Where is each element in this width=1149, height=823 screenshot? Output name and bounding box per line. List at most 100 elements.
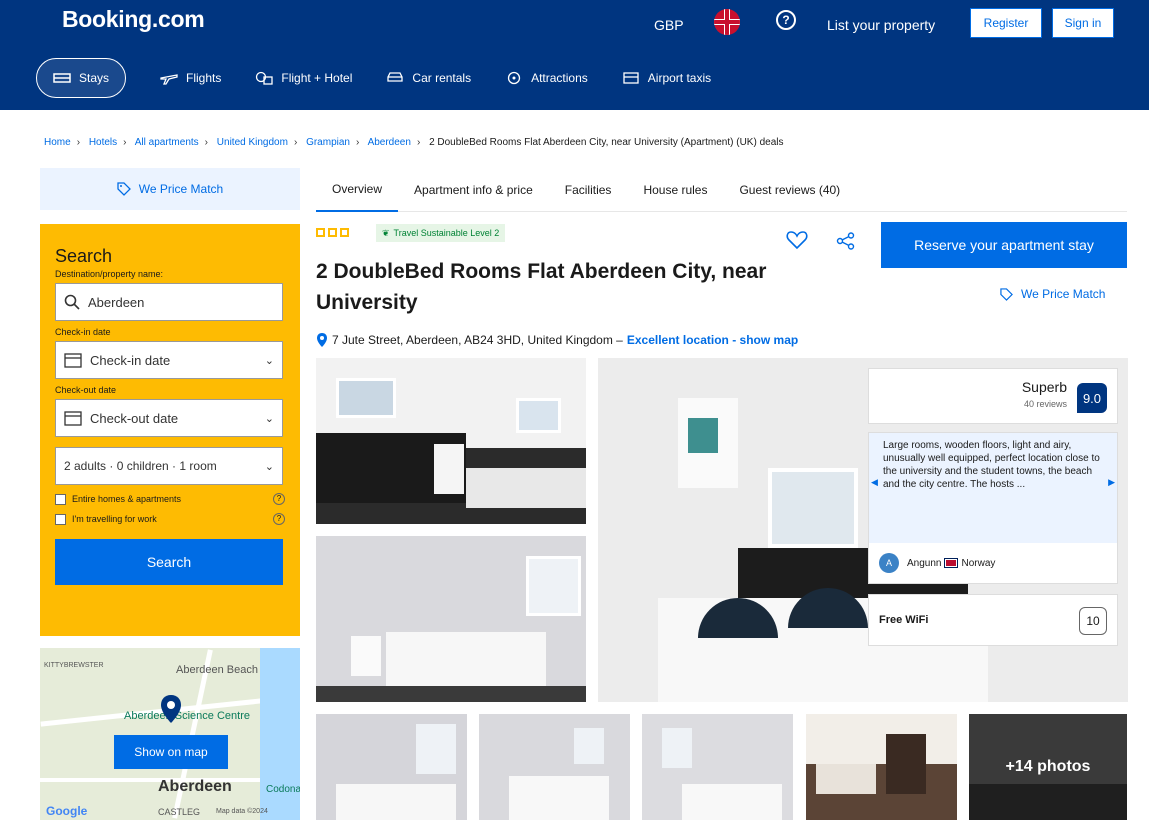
tab-apartment-info[interactable]: Apartment info & price	[398, 168, 549, 212]
thumb-photo-3[interactable]	[642, 714, 793, 820]
checkbox[interactable]	[55, 493, 66, 505]
tag-icon	[117, 182, 131, 196]
google-logo: Google	[46, 804, 88, 818]
property-tabs: Overview Apartment info & price Faciliti…	[316, 168, 1127, 212]
nav-flights[interactable]: Flights	[160, 58, 221, 98]
sustainable-badge[interactable]: ❦ Travel Sustainable Level 2	[376, 224, 506, 242]
nav-flight-hotel[interactable]: Flight + Hotel	[255, 58, 352, 98]
checkout-label: Check-out date	[55, 385, 117, 395]
chevron-right-icon[interactable]: ▶	[1108, 477, 1115, 488]
thumb-photo-more[interactable]: +14 photos	[969, 714, 1127, 820]
nav-attractions-label: Attractions	[531, 71, 588, 85]
review-score-card[interactable]: Superb 40 reviews 9.0	[868, 368, 1118, 424]
crumb-sep: ›	[123, 137, 127, 148]
nav-airport-taxis[interactable]: Airport taxis	[622, 58, 711, 98]
map-label: Aberdeen	[158, 778, 232, 795]
search-icon	[64, 294, 80, 310]
guests-selector[interactable]: 2 adults · 0 children · 1 room ⌄	[55, 447, 283, 485]
info-icon[interactable]: ?	[273, 493, 285, 505]
search-button[interactable]: Search	[55, 539, 283, 585]
booking-logo[interactable]: Booking.com	[62, 6, 205, 33]
chevron-left-icon[interactable]: ◀	[871, 477, 878, 488]
car-icon	[387, 72, 404, 82]
crumb-city[interactable]: Aberdeen	[368, 137, 411, 148]
thumb-photo-1[interactable]	[316, 714, 467, 820]
tab-overview[interactable]: Overview	[316, 168, 399, 212]
heart-icon[interactable]	[786, 230, 808, 250]
photo-kitchen-1[interactable]	[316, 358, 586, 524]
show-on-map-button[interactable]: Show on map	[114, 735, 228, 769]
crumb-hotels[interactable]: Hotels	[89, 137, 117, 148]
crumb-country[interactable]: United Kingdom	[217, 137, 288, 148]
share-icon[interactable]	[836, 232, 856, 250]
wifi-label: Free WiFi	[879, 614, 929, 626]
entire-homes-checkbox[interactable]: Entire homes & apartments ?	[55, 493, 285, 505]
crumb-current: 2 DoubleBed Rooms Flat Aberdeen City, ne…	[429, 137, 784, 148]
rating-square-icon	[340, 228, 349, 237]
chevron-down-icon: ⌄	[264, 412, 274, 425]
checkbox[interactable]	[55, 513, 66, 525]
nav-stays-label: Stays	[79, 71, 110, 85]
review-count: 40 reviews	[1023, 399, 1067, 409]
currency-selector[interactable]: GBP	[654, 17, 684, 33]
register-button[interactable]: Register	[970, 8, 1042, 38]
photo-bedroom-1[interactable]	[316, 536, 586, 702]
crumb-region[interactable]: Grampian	[306, 137, 350, 148]
main-nav: Stays Flights Flight + Hotel Car rentals…	[36, 56, 745, 100]
uk-flag-icon[interactable]	[714, 9, 740, 35]
checkin-field[interactable]: Check-in date ⌄	[55, 341, 283, 379]
avatar: A	[879, 553, 899, 573]
price-match-banner[interactable]: We Price Match	[40, 168, 300, 210]
review-quote-card[interactable]: Large rooms, wooden floors, light and ai…	[868, 432, 1118, 584]
nav-attractions[interactable]: Attractions	[505, 58, 588, 98]
nav-car-rentals[interactable]: Car rentals	[386, 58, 471, 98]
checkout-field[interactable]: Check-out date ⌄	[55, 399, 283, 437]
crumb-sep: ›	[76, 137, 81, 148]
tab-facilities[interactable]: Facilities	[549, 168, 628, 212]
leaf-icon: ❦	[382, 227, 390, 238]
calendar-icon	[64, 353, 82, 368]
price-match-link[interactable]: We Price Match	[1000, 287, 1105, 301]
rating-square-icon	[316, 228, 325, 237]
sign-in-button[interactable]: Sign in	[1052, 8, 1114, 38]
rating-word: Superb	[1021, 379, 1067, 395]
map-label: Aberdeen Beach	[176, 664, 258, 676]
more-photos-label[interactable]: +14 photos	[969, 714, 1127, 820]
map-pin-icon	[161, 695, 181, 723]
crumb-sep: ›	[355, 137, 360, 148]
calendar-icon	[64, 411, 82, 426]
score-badge: 9.0	[1077, 383, 1107, 413]
thumb-photo-2[interactable]	[479, 714, 630, 820]
show-map-link[interactable]: Excellent location - show map	[627, 333, 798, 347]
attractions-icon	[507, 71, 521, 85]
info-icon[interactable]: ?	[273, 513, 285, 525]
chevron-down-icon: ⌄	[264, 354, 274, 367]
crumb-sep: ›	[293, 137, 298, 148]
entire-homes-label: Entire homes & apartments	[72, 494, 182, 504]
bed-icon	[53, 73, 71, 83]
tag-icon	[1000, 287, 1013, 301]
crumb-apartments[interactable]: All apartments	[135, 137, 199, 148]
crumb-home[interactable]: Home	[44, 137, 71, 148]
map-label: CASTLEG	[158, 807, 201, 817]
reserve-button[interactable]: Reserve your apartment stay	[881, 222, 1127, 268]
map-label: KITTYBREWSTER	[44, 662, 104, 669]
work-travel-checkbox[interactable]: I'm travelling for work ?	[55, 513, 285, 525]
tab-house-rules[interactable]: House rules	[627, 168, 723, 212]
destination-input[interactable]: Aberdeen	[55, 283, 283, 321]
help-icon[interactable]: ?	[776, 10, 796, 30]
thumb-photo-4[interactable]	[806, 714, 957, 820]
price-match-label: We Price Match	[138, 182, 224, 196]
taxi-icon	[623, 72, 639, 84]
destination-value: Aberdeen	[88, 294, 145, 310]
tab-guest-reviews[interactable]: Guest reviews (40)	[723, 168, 856, 212]
wifi-score-card[interactable]: Free WiFi 10	[868, 594, 1118, 646]
list-property-link[interactable]: List your property	[827, 17, 935, 33]
guests-value: 2 adults · 0 children · 1 room	[64, 459, 217, 473]
nav-stays[interactable]: Stays	[36, 58, 127, 98]
map-preview[interactable]: KITTYBREWSTER Aberdeen Beach Aberdeen Sc…	[40, 648, 300, 820]
reviewer-country: Norway	[961, 557, 996, 569]
nav-flight-hotel-label: Flight + Hotel	[281, 71, 353, 85]
checkin-label: Check-in date	[55, 327, 111, 337]
search-title: Search	[55, 246, 113, 266]
